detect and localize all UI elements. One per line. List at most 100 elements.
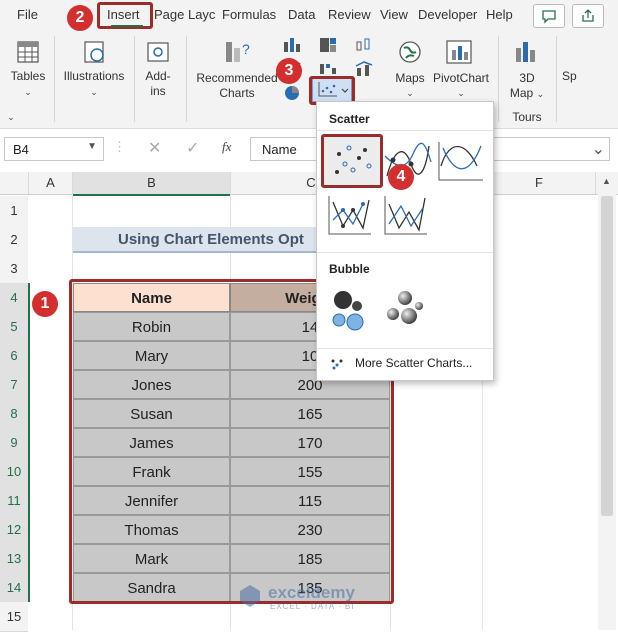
insert-tab-underline [111, 25, 143, 27]
ribbon-separator [556, 36, 557, 122]
tab-review[interactable]: Review [328, 0, 371, 30]
hierarchy-chart-icon [320, 38, 336, 52]
scatter-straight-markers-option[interactable] [323, 190, 375, 240]
statistic-chart-button[interactable] [354, 36, 374, 54]
share-button[interactable] [572, 4, 604, 28]
scatter-smooth-lines-icon [438, 142, 483, 181]
scatter-chart-dropdown: Scatter Bubble More Scatter Charts... [316, 101, 494, 381]
row-header[interactable]: 13 [0, 544, 28, 574]
options-dots-icon: ⋮ [113, 139, 126, 154]
tab-page-layout[interactable]: Page Layc [154, 0, 215, 30]
hierarchy-chart-button[interactable] [318, 36, 338, 54]
row-header[interactable]: 14 [0, 573, 28, 603]
column-header-f[interactable]: F [483, 172, 596, 194]
row-header[interactable]: 6 [0, 341, 28, 371]
chevron-down-icon: ▼ [87, 141, 97, 152]
formula-bar: B4 ▼ ⋮ ✕ ✓ fx Name ⌄ [0, 130, 618, 170]
watermark-logo: exceldemy EXCEL · DATA · BI [236, 582, 386, 612]
tables-label: Tables [10, 69, 46, 83]
recommended-charts-button[interactable]: ? [222, 36, 254, 68]
enter-check-icon[interactable]: ✓ [186, 138, 199, 158]
scatter-straight-lines-option[interactable] [379, 190, 431, 240]
3d-bubble-option[interactable] [379, 284, 429, 334]
comment-icon [542, 10, 556, 24]
addins-label-line2: ins [150, 84, 166, 98]
pivotchart-label: PivotChart [432, 71, 490, 85]
row-selection-bar [28, 283, 30, 602]
scatter-option-highlight [321, 134, 383, 188]
ribbon-insert-panel: Tables ⌄ Illustrations ⌄ Add- ins ? Reco… [0, 30, 618, 129]
scrollbar-thumb[interactable] [601, 196, 613, 516]
scroll-up-icon[interactable]: ▲ [602, 176, 611, 186]
pivotchart-button[interactable] [444, 38, 474, 66]
3d-map-icon [516, 42, 535, 62]
row-header[interactable]: 8 [0, 399, 28, 429]
column-header-a[interactable]: A [29, 172, 73, 194]
name-box[interactable]: B4 ▼ [4, 137, 104, 161]
tab-help[interactable]: Help [486, 0, 513, 30]
ribbon-separator [186, 36, 187, 122]
watermark-tagline: EXCEL · DATA · BI [270, 602, 355, 611]
column-chart-button[interactable] [282, 36, 302, 54]
divider [317, 130, 493, 131]
tab-view[interactable]: View [380, 0, 408, 30]
tables-button[interactable] [14, 38, 42, 66]
illustrations-button[interactable] [80, 38, 108, 66]
step-callout-1: 1 [32, 291, 58, 317]
watermark-brand: exceldemy [268, 583, 355, 602]
share-icon [582, 9, 594, 22]
chevron-down-icon: ⌄ [90, 87, 98, 97]
comments-button[interactable] [533, 4, 565, 28]
combo-chart-button[interactable] [354, 60, 374, 78]
3d-map-label-line2: Map ⌄ [509, 86, 545, 100]
vertical-scrollbar[interactable]: ▲ [598, 174, 616, 630]
ribbon-separator [498, 36, 499, 122]
tab-developer[interactable]: Developer [418, 0, 477, 30]
addins-label-line1: Add- [145, 69, 171, 83]
bubble-section-title: Bubble [329, 262, 370, 276]
step-callout-4: 4 [388, 164, 414, 190]
row-header[interactable]: 5 [0, 312, 28, 342]
chevron-down-icon: ⌄ [7, 112, 15, 122]
globe-icon [399, 41, 421, 63]
row-header[interactable]: 15 [0, 602, 28, 632]
more-scatter-charts-label: More Scatter Charts... [355, 356, 473, 370]
row-header[interactable]: 11 [0, 486, 28, 516]
addins-button[interactable] [144, 38, 172, 66]
ribbon-separator [134, 36, 135, 122]
ribbon-separator [54, 36, 55, 122]
row-header[interactable]: 4 [0, 283, 28, 313]
cancel-icon[interactable]: ✕ [148, 138, 161, 158]
row-header[interactable]: 3 [0, 254, 28, 284]
tours-group-label: Tours [512, 110, 542, 124]
shapes-icon [84, 41, 104, 63]
select-all-corner[interactable] [0, 172, 29, 194]
step-callout-2: 2 [67, 5, 93, 31]
scatter-smooth-lines-option[interactable] [433, 136, 487, 186]
bubble-option[interactable] [323, 284, 373, 334]
pie-chart-button[interactable] [282, 84, 302, 102]
more-scatter-charts-link[interactable]: More Scatter Charts... [327, 354, 487, 374]
formula-content: Name [262, 142, 297, 157]
tab-file[interactable]: File [17, 0, 38, 30]
row-header[interactable]: 1 [0, 196, 28, 226]
row-header[interactable]: 12 [0, 515, 28, 545]
row-header[interactable]: 9 [0, 428, 28, 458]
row-header[interactable]: 2 [0, 225, 28, 255]
chevron-down-icon[interactable]: ⌄ [592, 139, 605, 159]
chevron-down-icon: ⌄ [406, 88, 414, 98]
divider [317, 348, 493, 349]
insert-function-icon[interactable]: fx [222, 139, 231, 155]
3d-map-button[interactable] [512, 38, 542, 66]
step-callout-3: 3 [276, 58, 302, 84]
maps-button[interactable] [396, 38, 424, 66]
chevron-down-icon: ⌄ [457, 88, 465, 98]
row-header[interactable]: 10 [0, 457, 28, 487]
column-chart-icon [284, 38, 300, 52]
column-header-b[interactable]: B [73, 172, 231, 196]
tab-formulas[interactable]: Formulas [222, 0, 276, 30]
column-header-bar: A B C F [0, 172, 618, 196]
row-header[interactable]: 7 [0, 370, 28, 400]
tab-data[interactable]: Data [288, 0, 315, 30]
3d-map-label: Map [509, 86, 534, 100]
